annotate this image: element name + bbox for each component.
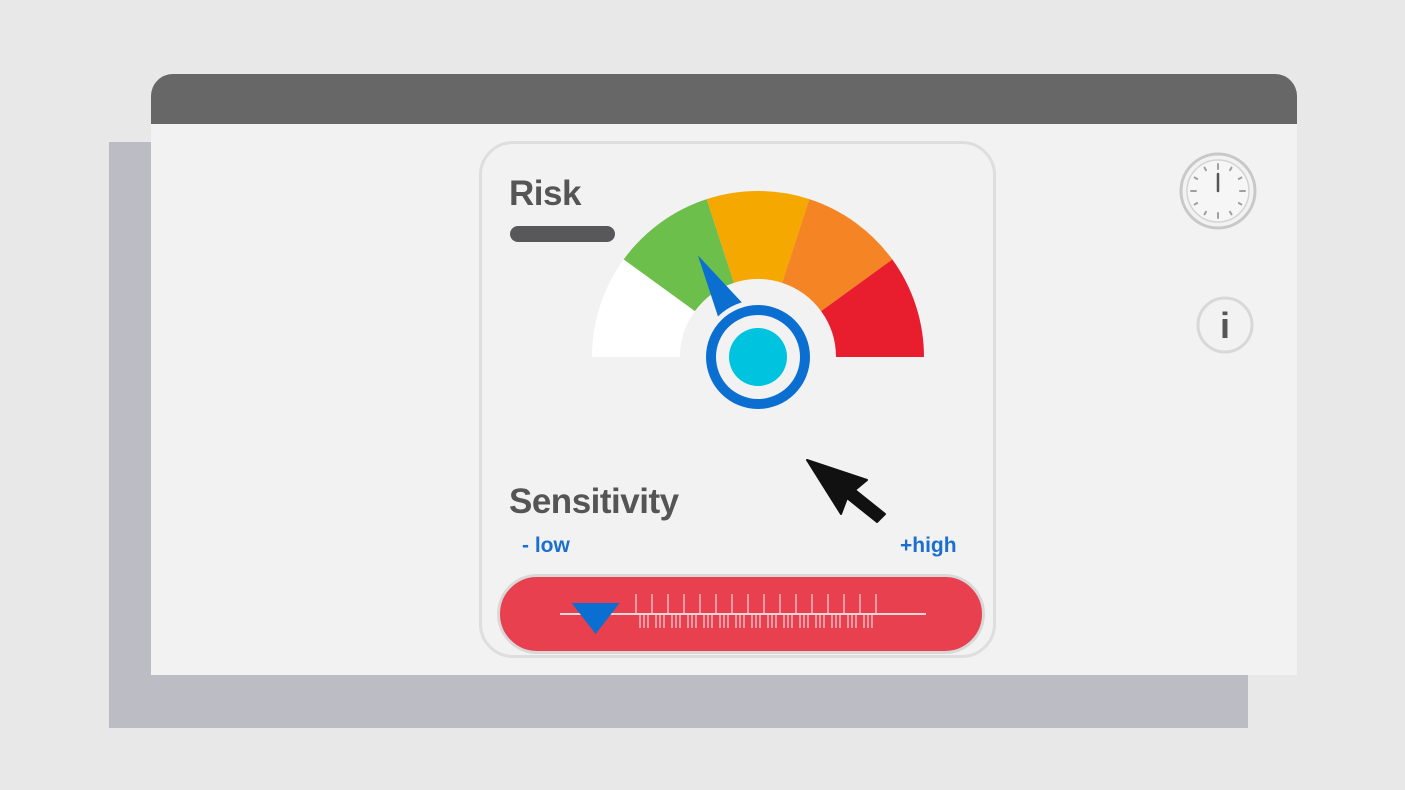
risk-gauge — [592, 191, 924, 414]
info-icon[interactable]: i — [1196, 296, 1254, 354]
gauge-hub-center — [729, 328, 787, 386]
title-bar[interactable] — [151, 74, 1297, 124]
sensitivity-slider[interactable] — [497, 574, 985, 654]
slider-thumb — [571, 603, 620, 634]
clock-icon[interactable] — [1179, 152, 1257, 230]
app-window: Risk Sensitivity - low +high i — [151, 74, 1297, 675]
risk-heading: Risk — [509, 174, 581, 213]
risk-sensitivity-card: Risk Sensitivity - low +high — [479, 141, 996, 658]
sensitivity-high-label: +high — [900, 534, 957, 557]
sensitivity-heading: Sensitivity — [509, 482, 679, 521]
mouse-pointer-icon — [806, 459, 886, 523]
sensitivity-low-label: - low — [522, 534, 570, 557]
info-glyph: i — [1220, 305, 1230, 346]
sensitivity-slider-scale — [560, 594, 926, 634]
